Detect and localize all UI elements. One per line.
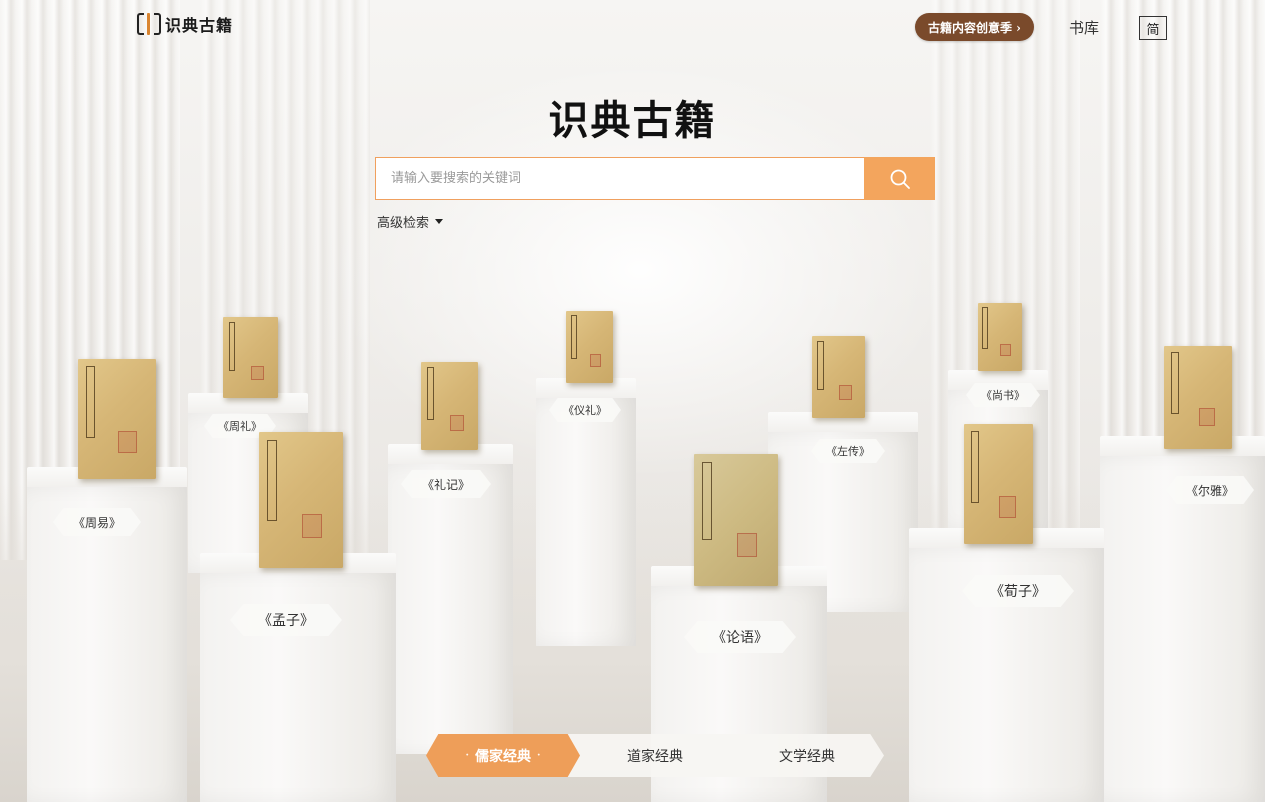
book-liji[interactable]: [421, 362, 478, 450]
nav-library-link[interactable]: 书库: [1069, 17, 1099, 38]
exhibit-label[interactable]: 《礼记》: [401, 470, 491, 498]
page-title: 识典古籍: [548, 98, 717, 144]
logo-text: 识典古籍: [165, 16, 234, 35]
logo[interactable]: 识典古籍: [137, 12, 233, 36]
search-input[interactable]: [375, 157, 864, 200]
tab-ru-classics[interactable]: · 儒家经典 ·: [426, 734, 580, 777]
exhibit-label[interactable]: 《尚书》: [966, 383, 1040, 407]
exhibit-label[interactable]: 《周易》: [53, 508, 141, 536]
exhibit-label[interactable]: 《论语》: [684, 621, 796, 653]
advanced-search-label: 高级检索: [377, 216, 430, 231]
search-bar: [375, 157, 935, 200]
book-zuozhuan[interactable]: [812, 336, 865, 418]
book-lunyu[interactable]: [694, 454, 778, 586]
book-yili[interactable]: [566, 311, 613, 383]
language-toggle[interactable]: 简: [1139, 16, 1167, 40]
tab-dao-classics[interactable]: 道家经典: [580, 734, 730, 777]
book-zhouyi[interactable]: [78, 359, 156, 479]
pedestal: [200, 553, 396, 802]
exhibit-label[interactable]: 《仪礼》: [549, 398, 621, 422]
pedestal: [909, 528, 1104, 802]
tab-literature-classics[interactable]: 文学经典: [730, 734, 884, 777]
exhibit-label[interactable]: 《尔雅》: [1166, 476, 1254, 504]
exhibit-label[interactable]: 《左传》: [811, 439, 885, 463]
advanced-search-toggle[interactable]: 高级检索: [377, 212, 444, 231]
book-zhouli[interactable]: [223, 317, 278, 398]
search-button[interactable]: [864, 157, 935, 200]
book-erya[interactable]: [1164, 346, 1232, 449]
exhibit-label[interactable]: 《孟子》: [230, 604, 342, 636]
caret-down-icon: [435, 219, 444, 224]
category-tabs: · 儒家经典 · 道家经典 文学经典: [426, 734, 884, 777]
book-shangshu[interactable]: [978, 303, 1022, 371]
tab-label: 儒家经典: [475, 748, 531, 765]
search-icon: [890, 169, 910, 189]
logo-mark-icon: [137, 12, 161, 36]
exhibit-label[interactable]: 《荀子》: [962, 575, 1074, 607]
book-mengzi[interactable]: [259, 432, 343, 568]
book-xunzi[interactable]: [964, 424, 1033, 544]
promo-button[interactable]: 古籍内容创意季 ›: [915, 13, 1034, 41]
